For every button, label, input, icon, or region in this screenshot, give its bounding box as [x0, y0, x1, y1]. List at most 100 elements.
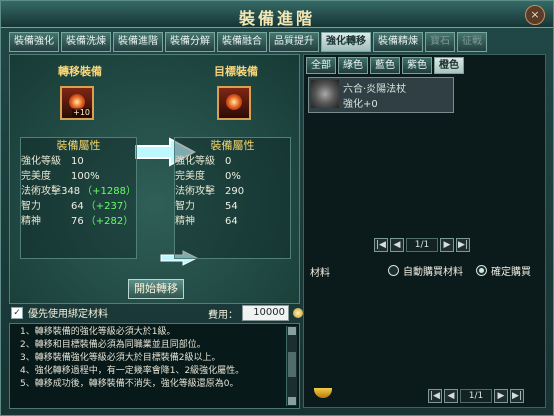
- scroll-down-icon[interactable]: [288, 397, 296, 405]
- source-equipment-slot[interactable]: +10: [60, 86, 94, 120]
- scroll-thumb[interactable]: [288, 352, 296, 377]
- fee-label: 費用：: [208, 309, 238, 321]
- filter-green[interactable]: 綠色: [338, 57, 368, 74]
- last-page-button[interactable]: ▶|: [510, 389, 524, 403]
- attr-bonus: （+282）: [85, 216, 134, 227]
- target-row-spirit: 精神 64: [175, 214, 290, 229]
- target-equipment-icon: [226, 94, 242, 110]
- attr-value: 0: [225, 156, 232, 167]
- equipment-advance-window: 裝備進階 × 裝備強化 裝備洗煉 裝備進階 裝備分解 裝備融合 品質提升 強化轉…: [0, 0, 554, 416]
- confirm-buy-radio[interactable]: 確定購買: [476, 263, 531, 278]
- attr-key: 強化等級: [175, 156, 215, 167]
- page-indicator: 1/1: [460, 389, 492, 403]
- page-indicator: 1/1: [406, 238, 438, 252]
- attr-key: 強化等級: [21, 156, 61, 167]
- attr-value: 76: [71, 216, 84, 227]
- confirm-buy-radio-icon[interactable]: [476, 265, 487, 276]
- tab-equipment-fusion[interactable]: 裝備融合: [217, 32, 267, 52]
- attr-key: 智力: [175, 201, 195, 212]
- source-attributes-title: 裝備屬性: [56, 139, 101, 152]
- auto-buy-radio[interactable]: 自動購買材料: [388, 263, 463, 278]
- scroll-up-icon[interactable]: [288, 327, 296, 335]
- note-line: 1、轉移裝備的強化等級必須大於1級。: [20, 327, 176, 337]
- attr-key: 法術攻擊: [21, 186, 61, 197]
- coin-icon: [293, 308, 303, 318]
- attr-value: 100%: [71, 171, 100, 182]
- attr-key: 完美度: [21, 171, 51, 182]
- item-name: 六合·炎陽法杖: [343, 84, 407, 95]
- target-row-spell-attack: 法術攻擊 290: [175, 184, 290, 199]
- bind-material-checkbox-row[interactable]: ✓ 優先使用綁定材料: [11, 305, 108, 320]
- prev-page-button[interactable]: ◀: [444, 389, 458, 403]
- source-equipment-label: 轉移裝備: [58, 65, 102, 78]
- target-row-intelligence: 智力 54: [175, 199, 290, 214]
- confirm-buy-label: 確定購買: [491, 267, 531, 278]
- close-button[interactable]: ×: [525, 5, 545, 25]
- tab-battle[interactable]: 征戰: [457, 32, 487, 52]
- target-attributes-panel: 裝備屬性 強化等級 0 完美度 0% 法術攻擊 290 智力 54 精神 64: [174, 137, 291, 259]
- target-row-enhance-level: 強化等級 0: [175, 154, 290, 169]
- tab-gem[interactable]: 寶石: [425, 32, 455, 52]
- color-filter-tabs: 全部 綠色 藍色 紫色 橙色: [306, 57, 464, 74]
- auto-buy-label: 自動購買材料: [403, 267, 463, 278]
- tab-quality-upgrade[interactable]: 品質提升: [269, 32, 319, 52]
- attr-key: 智力: [21, 201, 41, 212]
- prev-page-button[interactable]: ◀: [390, 238, 404, 252]
- attr-key: 法術攻擊: [175, 186, 215, 197]
- filter-blue[interactable]: 藍色: [370, 57, 400, 74]
- attr-value: 348: [61, 186, 81, 197]
- attr-bonus: （+237）: [85, 201, 134, 212]
- first-page-button[interactable]: |◀: [428, 389, 442, 403]
- tab-equipment-wash[interactable]: 裝備洗煉: [61, 32, 111, 52]
- source-row-perfection: 完美度 100%: [21, 169, 136, 184]
- target-attributes-title: 裝備屬性: [210, 139, 255, 152]
- tab-enhance-transfer[interactable]: 強化轉移: [321, 32, 371, 52]
- attr-value: 10: [71, 156, 84, 167]
- note-line: 2、轉移和目標裝備必須為同職業並且同部位。: [20, 340, 206, 350]
- material-pager: |◀ ◀ 1/1 ▶ ▶|: [428, 389, 524, 403]
- filter-all[interactable]: 全部: [306, 57, 336, 74]
- attr-value: 290: [225, 186, 245, 197]
- notes-scrollbar[interactable]: [286, 326, 297, 406]
- source-attributes-panel: 裝備屬性 強化等級 10 完美度 100% 法術攻擊 348 （+1288） 智力 64 （…: [20, 137, 137, 259]
- target-row-perfection: 完美度 0%: [175, 169, 290, 184]
- next-page-button[interactable]: ▶: [440, 238, 454, 252]
- main-tabs: 裝備強化 裝備洗煉 裝備進階 裝備分解 裝備融合 品質提升 強化轉移 裝備精煉 …: [9, 32, 487, 52]
- start-transfer-button[interactable]: 開始轉移: [128, 279, 184, 299]
- tab-equipment-enhance[interactable]: 裝備強化: [9, 32, 59, 52]
- source-row-enhance-level: 強化等級 10: [21, 154, 136, 169]
- filter-purple[interactable]: 紫色: [402, 57, 432, 74]
- item-level: 強化+0: [343, 99, 378, 110]
- source-row-intelligence: 智力 64 （+237）: [21, 199, 136, 214]
- staff-icon: [311, 80, 339, 108]
- tab-equipment-decompose[interactable]: 裝備分解: [165, 32, 215, 52]
- tab-equipment-refine[interactable]: 裝備精煉: [373, 32, 423, 52]
- tab-equipment-advance[interactable]: 裝備進階: [113, 32, 163, 52]
- window-title: 裝備進階: [238, 9, 315, 28]
- inventory-item[interactable]: 六合·炎陽法杖 強化+0: [308, 77, 454, 113]
- title-bar: 裝備進階 ×: [1, 1, 553, 28]
- bind-material-checkbox[interactable]: ✓: [11, 306, 23, 319]
- inventory-pager: |◀ ◀ 1/1 ▶ ▶|: [374, 238, 470, 252]
- inventory-panel: 全部 綠色 藍色 紫色 橙色 六合·炎陽法杖 強化+0 |◀ ◀ 1/1 ▶ ▶…: [303, 54, 546, 408]
- gold-bowl-icon: [314, 388, 332, 398]
- target-equipment-slot[interactable]: [217, 86, 251, 120]
- note-line: 3、轉移裝備強化等級必須大於目標裝備2級以上。: [20, 353, 221, 363]
- fee-section: 費用： 10000: [208, 305, 303, 321]
- note-line: 5、轉移成功後，轉移裝備不消失，強化等級還原為0。: [20, 379, 239, 389]
- attr-value: 64: [225, 216, 238, 227]
- attr-bonus: （+1288）: [82, 186, 136, 197]
- source-row-spell-attack: 法術攻擊 348 （+1288）: [21, 184, 136, 199]
- transfer-notes-box: 1、轉移裝備的強化等級必須大於1級。 2、轉移和目標裝備必須為同職業並且同部位。…: [9, 323, 300, 409]
- auto-buy-radio-icon[interactable]: [388, 265, 399, 276]
- last-page-button[interactable]: ▶|: [456, 238, 470, 252]
- filter-orange[interactable]: 橙色: [434, 57, 464, 74]
- attr-value: 64: [71, 201, 84, 212]
- next-page-button[interactable]: ▶: [494, 389, 508, 403]
- fee-value: 10000: [242, 305, 289, 321]
- source-row-spirit: 精神 76 （+282）: [21, 214, 136, 229]
- attr-key: 精神: [175, 216, 195, 227]
- material-label: 材料: [310, 268, 330, 279]
- first-page-button[interactable]: |◀: [374, 238, 388, 252]
- attr-key: 精神: [21, 216, 41, 227]
